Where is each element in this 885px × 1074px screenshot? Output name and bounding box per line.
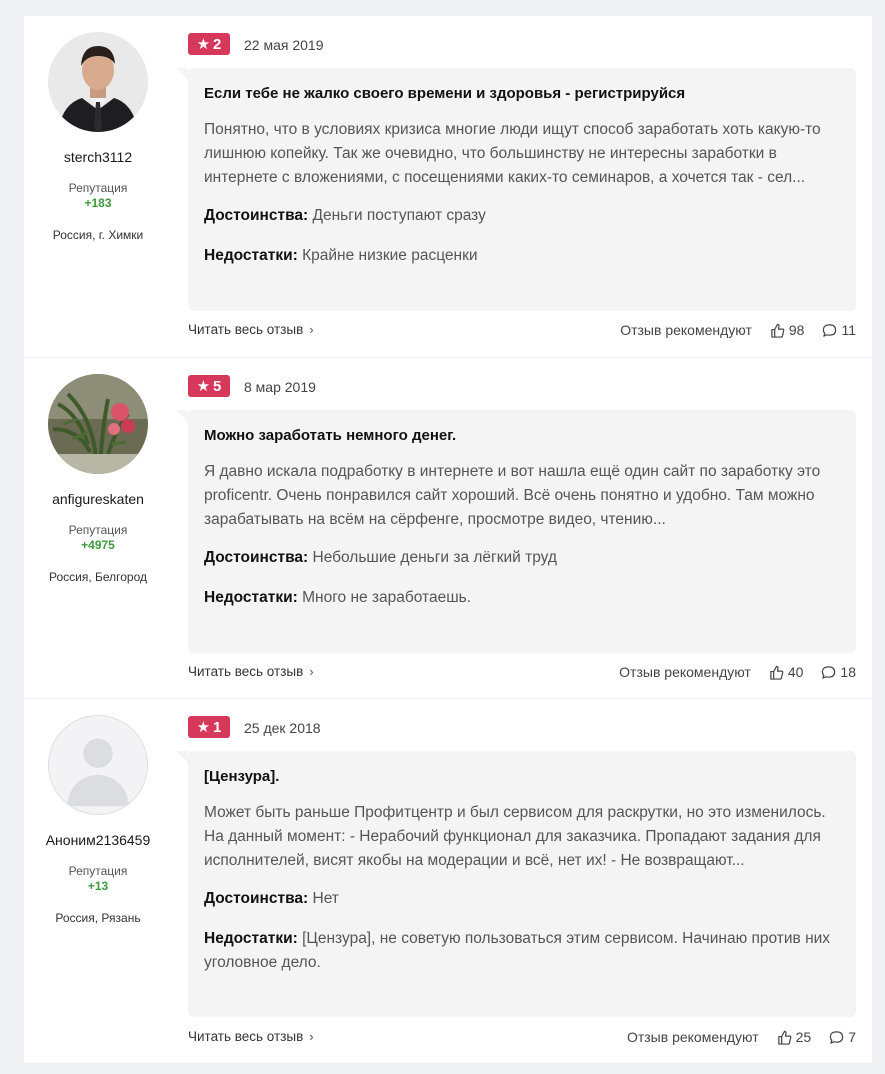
reputation-label: Репутация — [68, 864, 128, 878]
rating-value: 1 — [213, 718, 222, 736]
review-footer: Читать весь отзыв › Отзыв рекомендуют 40… — [188, 664, 856, 684]
review-footer: Читать весь отзыв › Отзыв рекомендуют 25… — [188, 1029, 856, 1049]
comments-count: 11 — [841, 322, 856, 338]
comment-icon[interactable] — [829, 1030, 844, 1045]
review-stats: Отзыв рекомендуют 25 7 — [627, 1029, 856, 1045]
pros-text: Нет — [312, 890, 339, 907]
likes-count: 98 — [788, 322, 805, 338]
review-excerpt: Я давно искала подработку в интернете и … — [204, 463, 821, 528]
chevron-right-icon: › — [309, 664, 314, 679]
pros-text: Небольшие деньги за лёгкий труд — [312, 549, 557, 566]
reviews-list: sterch3112 Репутация +183 Россия, г. Хим… — [24, 16, 872, 1063]
star-icon: ★ — [196, 718, 211, 736]
rating-value: 2 — [213, 35, 222, 53]
likes-count: 25 — [795, 1029, 812, 1045]
cons-label: Недостатки: — [204, 247, 298, 264]
rating-value: 5 — [213, 377, 222, 395]
review-cons: Недостатки: Крайне низкие расценки — [204, 244, 840, 268]
review-title[interactable]: Если тебе не жалко своего времени и здор… — [204, 84, 840, 104]
author-location: Россия, Белгород — [48, 570, 148, 584]
review-footer: Читать весь отзыв › Отзыв рекомендуют 98… — [188, 322, 856, 342]
review-item: sterch3112 Репутация +183 Россия, г. Хим… — [24, 16, 872, 357]
review-date: 25 дек 2018 — [244, 720, 321, 736]
review-stats: Отзыв рекомендуют 98 11 — [620, 322, 856, 338]
author-location: Россия, г. Химки — [52, 228, 144, 242]
review-body: Можно заработать немного денег. Я давно … — [176, 410, 856, 653]
read-full-review-link[interactable]: Читать весь отзыв › — [188, 322, 314, 337]
review-body: Если тебе не жалко своего времени и здор… — [176, 68, 856, 311]
rating-badge: ★ 5 — [188, 375, 230, 397]
review-excerpt: Понятно, что в условиях кризиса многие л… — [204, 121, 821, 186]
comment-icon[interactable] — [821, 665, 836, 680]
username[interactable]: Аноним2136459 — [24, 832, 172, 848]
review-item: Аноним2136459 Репутация +13 Россия, Ряза… — [24, 698, 872, 1064]
review-item: anfigureskaten Репутация +4975 Россия, Б… — [24, 357, 872, 699]
review-cons: Недостатки: [Цензура], не советую пользо… — [204, 927, 840, 975]
rating-badge: ★ 2 — [188, 33, 230, 55]
username[interactable]: sterch3112 — [24, 149, 172, 165]
rating-badge: ★ 1 — [188, 716, 230, 738]
cons-text: Много не заработаешь. — [302, 589, 472, 606]
reputation-value: +13 — [87, 879, 109, 893]
read-more-label: Читать весь отзыв — [188, 322, 304, 337]
review-pros: Достоинства: Небольшие деньги за лёгкий … — [204, 546, 840, 570]
recommend-label: Отзыв рекомендуют — [626, 1029, 759, 1045]
thumb-up-icon[interactable] — [770, 323, 785, 338]
review-cons: Недостатки: Много не заработаешь. — [204, 586, 840, 610]
review-pros: Достоинства: Нет — [204, 887, 840, 911]
chevron-right-icon: › — [309, 322, 314, 337]
pros-label: Достоинства: — [204, 207, 309, 224]
star-icon: ★ — [196, 35, 211, 53]
cons-label: Недостатки: — [204, 589, 298, 606]
reputation-value: +183 — [84, 196, 112, 210]
reputation-label: Репутация — [68, 523, 128, 537]
thumb-up-icon[interactable] — [769, 665, 784, 680]
review-title[interactable]: [Цензура]. — [204, 767, 840, 787]
comment-icon[interactable] — [822, 323, 837, 338]
read-more-label: Читать весь отзыв — [188, 1029, 304, 1044]
review-title[interactable]: Можно заработать немного денег. — [204, 426, 840, 446]
review-stats: Отзыв рекомендуют 40 18 — [619, 664, 856, 680]
cons-text: Крайне низкие расценки — [302, 247, 478, 264]
comments-count: 7 — [848, 1029, 856, 1045]
review-date: 8 мар 2019 — [244, 379, 316, 395]
recommend-label: Отзыв рекомендуют — [620, 322, 752, 338]
cons-label: Недостатки: — [204, 930, 298, 947]
read-full-review-link[interactable]: Читать весь отзыв › — [188, 1029, 314, 1044]
pros-label: Достоинства: — [204, 549, 309, 566]
comments-count: 18 — [840, 664, 856, 680]
avatar[interactable] — [48, 374, 148, 474]
review-pros: Достоинства: Деньги поступают сразу — [204, 204, 840, 228]
review-excerpt: Может быть раньше Профитцентр и был серв… — [204, 804, 826, 869]
avatar[interactable] — [48, 715, 148, 815]
thumb-up-icon[interactable] — [777, 1030, 792, 1045]
read-full-review-link[interactable]: Читать весь отзыв › — [188, 664, 314, 679]
read-more-label: Читать весь отзыв — [188, 664, 304, 679]
reputation-value: +4975 — [81, 538, 115, 552]
star-icon: ★ — [196, 377, 211, 395]
likes-count: 40 — [787, 664, 804, 680]
username[interactable]: anfigureskaten — [24, 491, 172, 507]
avatar[interactable] — [48, 32, 148, 132]
author-location: Россия, Рязань — [55, 911, 141, 925]
recommend-label: Отзыв рекомендуют — [619, 664, 751, 680]
chevron-right-icon: › — [309, 1029, 314, 1044]
pros-text: Деньги поступают сразу — [312, 207, 486, 224]
reputation-label: Репутация — [68, 181, 128, 195]
pros-label: Достоинства: — [204, 890, 309, 907]
review-body: [Цензура]. Может быть раньше Профитцентр… — [176, 751, 856, 1017]
cons-text: [Цензура], не советую пользоваться этим … — [204, 930, 831, 971]
review-date: 22 мая 2019 — [244, 37, 324, 53]
